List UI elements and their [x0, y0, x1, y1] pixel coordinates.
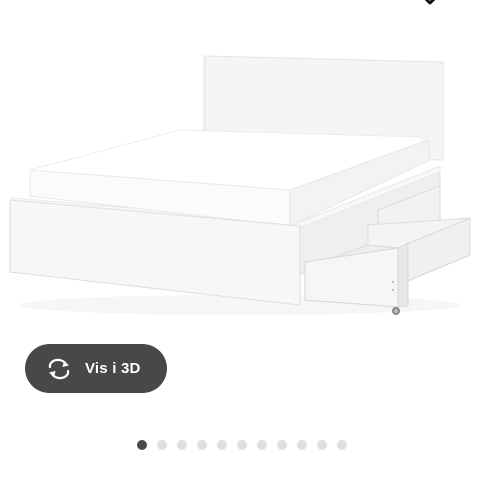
pagination-dot[interactable] — [317, 440, 327, 450]
view-3d-button[interactable]: Vis i 3D — [25, 344, 167, 393]
pagination-dot[interactable] — [137, 440, 147, 450]
product-image[interactable] — [0, 20, 480, 340]
view-3d-label: Vis i 3D — [85, 360, 141, 377]
image-pagination — [137, 440, 347, 450]
pagination-dot[interactable] — [157, 440, 167, 450]
pagination-dot[interactable] — [257, 440, 267, 450]
pagination-dot[interactable] — [297, 440, 307, 450]
pagination-dot[interactable] — [177, 440, 187, 450]
pagination-dot[interactable] — [337, 440, 347, 450]
pagination-dot[interactable] — [277, 440, 287, 450]
pagination-dot[interactable] — [237, 440, 247, 450]
rotate-3d-icon — [48, 358, 70, 379]
product-gallery: Vis i 3D — [0, 0, 480, 480]
pagination-dot[interactable] — [217, 440, 227, 450]
wishlist-heart-icon[interactable] — [419, 0, 441, 6]
pagination-dot[interactable] — [197, 440, 207, 450]
